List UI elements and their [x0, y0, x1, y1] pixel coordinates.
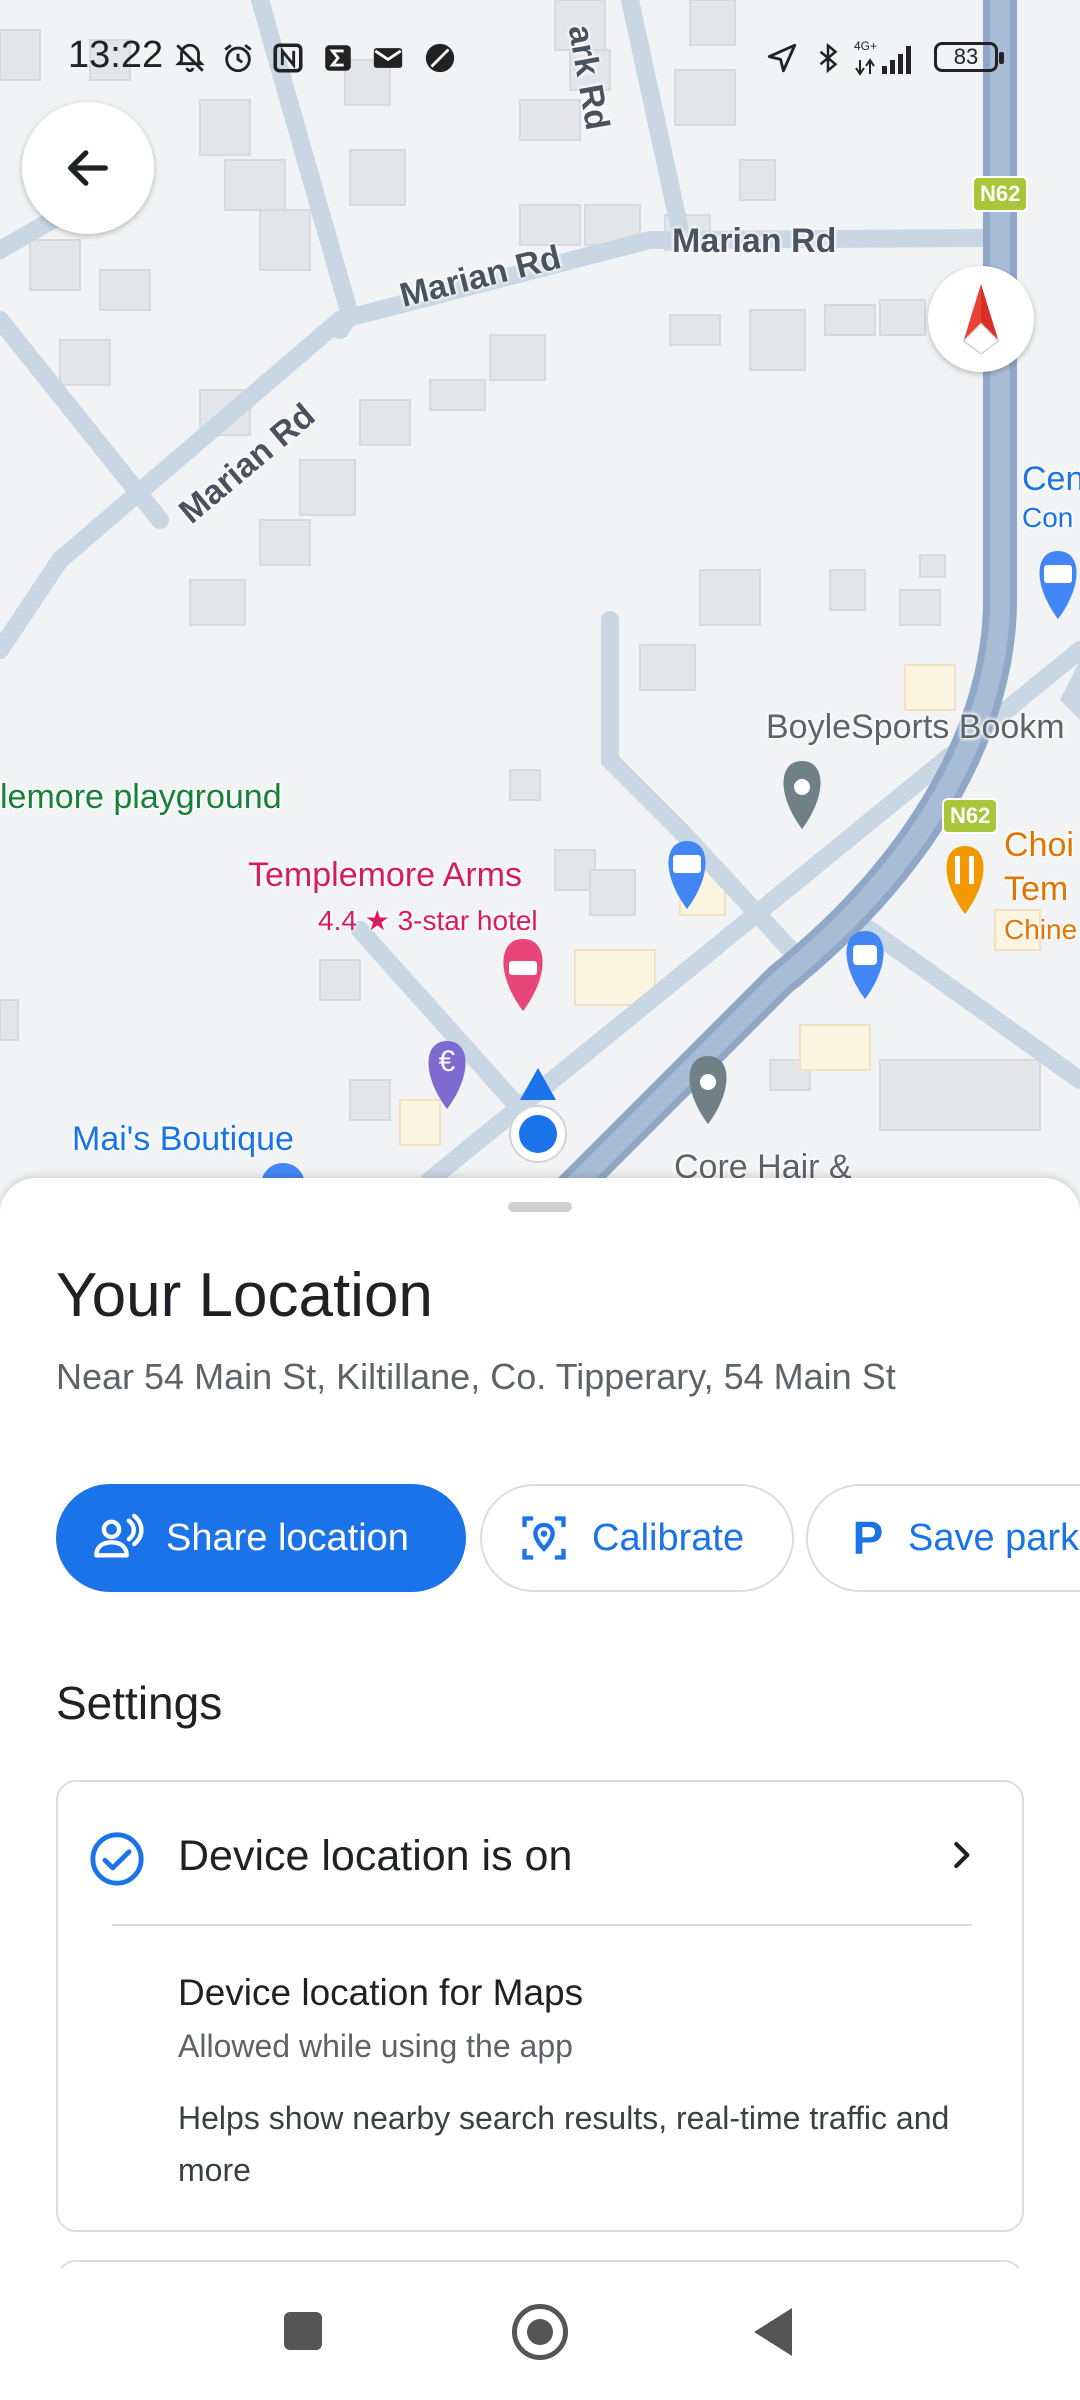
poi-restaurant-line1[interactable]: Choi [1004, 826, 1074, 865]
svg-text:4G+: 4G+ [854, 39, 877, 53]
parking-icon: P [852, 1512, 884, 1564]
location-address: Near 54 Main St, Kiltillane, Co. Tippera… [56, 1356, 896, 1397]
device-location-card: Device location is on Device location fo… [56, 1780, 1024, 2232]
nfc-icon [268, 38, 308, 78]
compass-button[interactable] [928, 266, 1034, 372]
calibrate-icon [516, 1510, 572, 1566]
settings-heading: Settings [56, 1677, 223, 1729]
poi-hotel-name[interactable]: Templemore Arms [248, 856, 522, 895]
maps-location-title: Device location for Maps [178, 1972, 584, 2013]
card-divider [112, 1924, 972, 1926]
road-label-marian-rd: Marian Rd [672, 222, 837, 260]
share-location-button[interactable]: Share location [56, 1484, 466, 1592]
next-card-edge [56, 2260, 1024, 2268]
system-back-button[interactable] [754, 2308, 792, 2356]
leaf-icon [420, 38, 460, 78]
arrow-back-icon [68, 150, 108, 186]
maps-location-description: Helps show nearby search results, real-t… [178, 2100, 950, 2188]
poi-playground[interactable]: lemore playground [0, 778, 282, 817]
system-nav-bar [0, 2268, 1080, 2400]
sigma-icon [318, 38, 358, 78]
poi-restaurant-line3: Chine [1004, 914, 1078, 945]
poi-cen-line1[interactable]: Cen [1022, 460, 1080, 499]
maps-location-subtitle: Allowed while using the app [178, 2028, 573, 2064]
sheet-title: Your Location [56, 1261, 433, 1330]
status-bar: 13:22 4G+ 83 [0, 0, 1080, 120]
mute-icon [170, 38, 210, 78]
calibrate-button[interactable]: Calibrate [480, 1484, 794, 1592]
road-shield-n62: N62 [972, 176, 1029, 212]
share-location-label: Share location [166, 1516, 409, 1559]
poi-boutique[interactable]: Mai's Boutique [72, 1120, 294, 1159]
map-canvas: € [0, 0, 1080, 1200]
back-button[interactable] [22, 102, 154, 234]
location-bottom-sheet[interactable]: Your Location Near 54 Main St, Kiltillan… [0, 1178, 1080, 2268]
poi-hotel-rating: 4.4 ★ 3-star hotel [318, 905, 538, 936]
chevron-right-icon [942, 1836, 980, 1879]
drag-handle[interactable] [508, 1202, 572, 1212]
device-location-row[interactable]: Device location is on [58, 1782, 1022, 1924]
compass-icon [962, 284, 1000, 354]
hotel-pin [503, 939, 543, 1011]
signal-icon: 4G+ [852, 38, 922, 78]
map-view[interactable]: € ark Rd Marian Rd Marian Rd Marian Rd N… [0, 0, 1080, 1200]
location-arrow-icon [762, 38, 802, 78]
check-circle-icon [88, 1830, 146, 1893]
save-parking-label: Save park [908, 1516, 1080, 1559]
bluetooth-icon [808, 38, 848, 78]
share-person-icon [90, 1510, 146, 1566]
poi-bookmaker[interactable]: BoyleSports Bookm [766, 708, 1065, 747]
poi-cen-line2: Con [1022, 502, 1074, 533]
calibrate-label: Calibrate [592, 1516, 745, 1559]
battery-icon: 83 [934, 42, 1004, 72]
mail-icon [368, 38, 408, 78]
svg-text:€: € [439, 1045, 456, 1078]
status-time: 13:22 [68, 34, 164, 76]
road-shield-n62-2: N62 [942, 798, 999, 834]
device-location-title: Device location is on [178, 1832, 573, 1880]
recents-button[interactable] [284, 2312, 322, 2350]
poi-restaurant-line2: Tem [1004, 870, 1069, 908]
save-parking-button[interactable]: P Save park [806, 1484, 1080, 1592]
alarm-icon [218, 38, 258, 78]
home-button[interactable] [512, 2304, 568, 2360]
